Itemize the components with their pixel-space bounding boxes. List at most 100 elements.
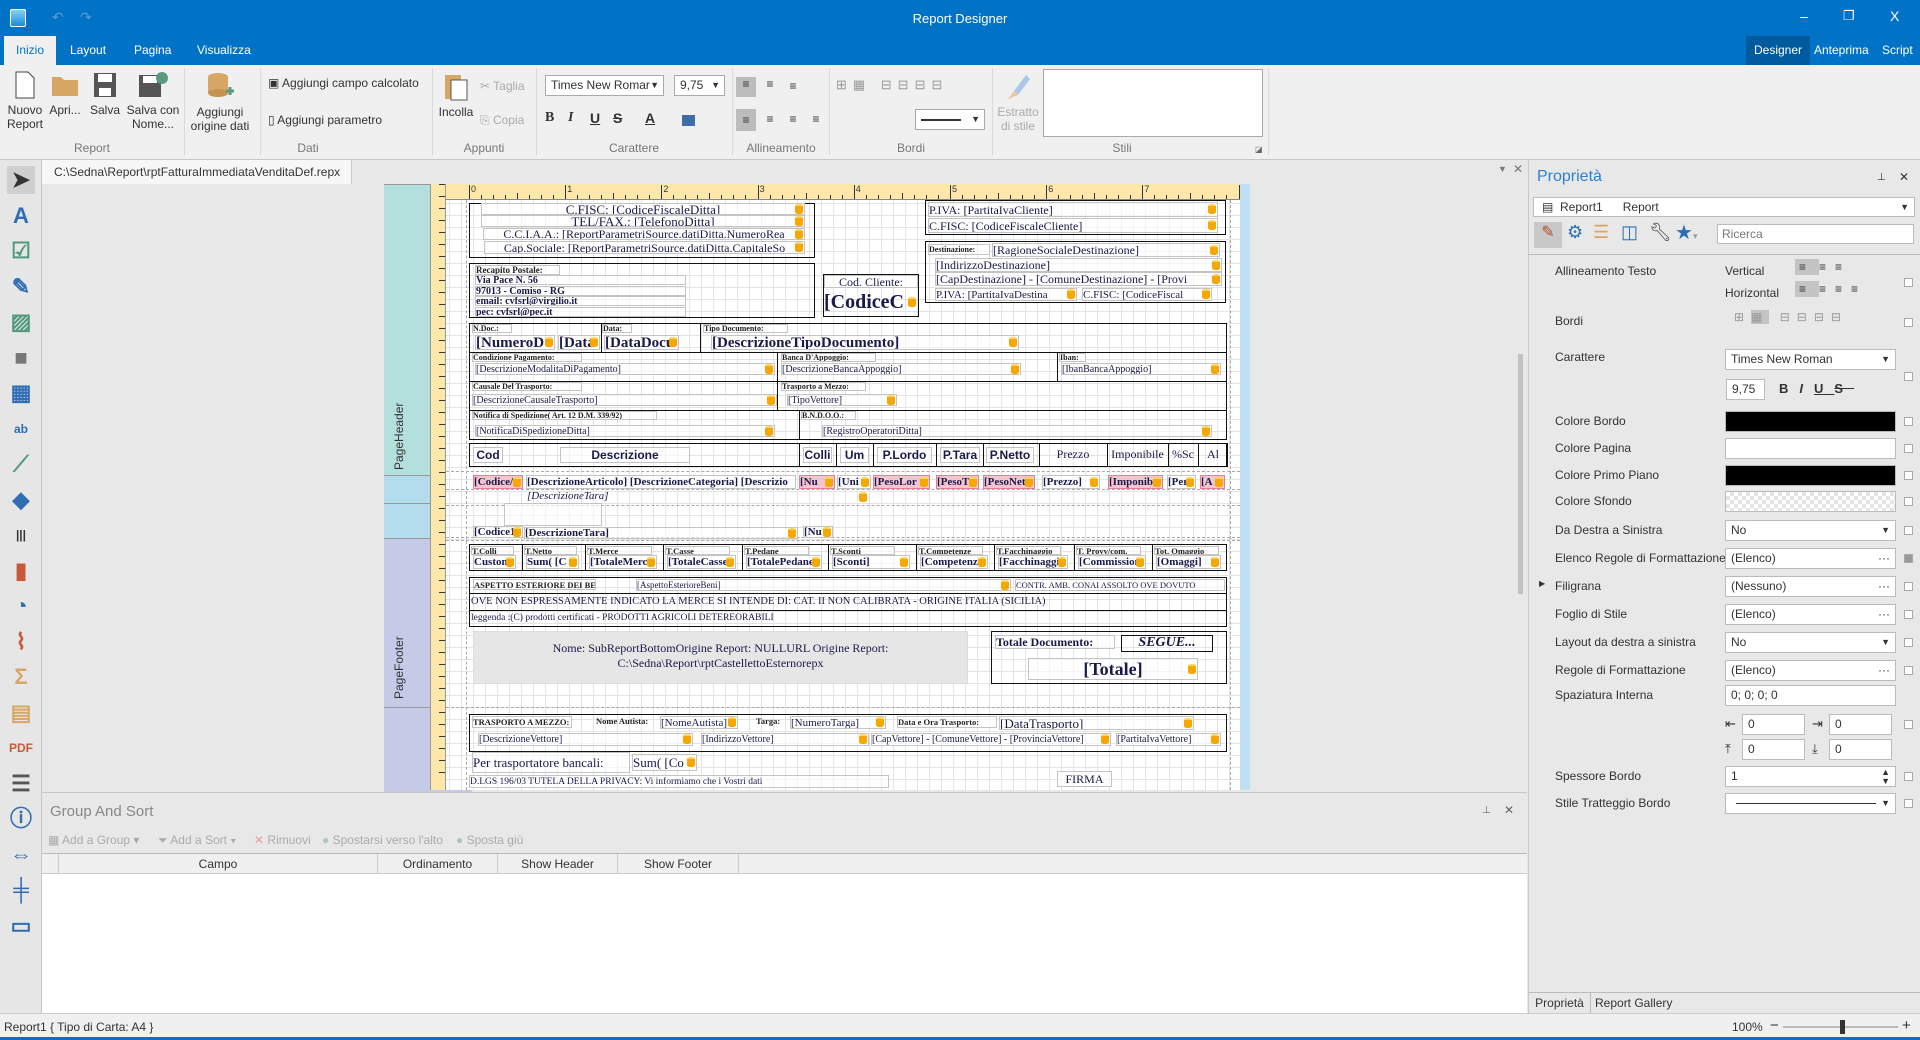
report-field[interactable]: Per trasportatore bancali:: [472, 752, 630, 773]
add-datasource-button[interactable]: Aggiungi origine dati: [188, 71, 252, 133]
report-field[interactable]: B.N.D.O.O.:: [801, 411, 856, 420]
shape-tool-icon[interactable]: ◆: [7, 486, 35, 514]
report-field[interactable]: [NomeAutista]: [660, 716, 738, 729]
expand-arrow-icon[interactable]: ▶: [1539, 579, 1545, 588]
prop-value[interactable]: [1725, 465, 1896, 486]
prop-reset-checkbox[interactable]: [1904, 666, 1913, 675]
move-down-button[interactable]: ● Sposta giù: [456, 833, 523, 847]
gauge-tool-icon[interactable]: ◔: [7, 592, 35, 620]
report-field[interactable]: C.FISC: [CodiceFiscal: [1082, 288, 1212, 301]
report-field[interactable]: [CodiceC: [824, 290, 918, 315]
report-field[interactable]: [DescrizioneModalitaDiPagamento]: [475, 363, 775, 375]
column-header[interactable]: Um: [840, 447, 869, 463]
column-header[interactable]: P.Tara: [940, 447, 980, 463]
report-field[interactable]: pec: cvfsrl@pec.it: [475, 306, 686, 317]
summary-tool-icon[interactable]: Σ: [7, 663, 35, 691]
prop-value[interactable]: 1 ▲ ▼: [1725, 766, 1896, 787]
favorites-tab-icon[interactable]: ★▾: [1675, 220, 1697, 245]
save-as-button[interactable]: Salva con Nome...: [126, 71, 180, 131]
report-field[interactable]: C.FISC: [CodiceFiscaleCliente]: [928, 218, 1218, 233]
prop-font-style-buttons[interactable]: BIUS: [1779, 381, 1854, 396]
valign-buttons[interactable]: ≡ ≡≡: [1795, 259, 1851, 275]
align-bottom-icon[interactable]: ≡: [785, 79, 801, 93]
prop-value[interactable]: (Elenco) ···: [1725, 548, 1896, 569]
total-label[interactable]: T. Provv/com.: [1076, 546, 1141, 555]
pointer-tool-icon[interactable]: ➤: [7, 166, 35, 194]
back-color-icon[interactable]: [682, 115, 695, 126]
paste-button[interactable]: Incolla: [436, 71, 476, 119]
line-tool-icon[interactable]: ⟋: [7, 450, 35, 478]
behavior-tab-icon[interactable]: ⚙: [1567, 222, 1583, 243]
align-justify-icon[interactable]: ≡: [808, 112, 824, 126]
tab-overflow-icon[interactable]: ▼: [1498, 164, 1507, 174]
column-header[interactable]: P.Lordo: [877, 447, 932, 463]
prop-padding-value[interactable]: 0; 0; 0; 0: [1725, 685, 1896, 706]
prop-reset-checkbox[interactable]: [1904, 610, 1913, 619]
prop-reset-checkbox[interactable]: [1904, 554, 1913, 563]
report-field[interactable]: Notifica di Spedizione( Art. 12 D.M. 339…: [472, 411, 657, 420]
border-buttons-icon[interactable]: ⊞▦ ⊟⊟⊟⊟: [836, 77, 948, 93]
report-field[interactable]: [Totale]: [1028, 658, 1198, 680]
prop-value[interactable]: [1725, 438, 1896, 459]
subreport-tool-icon[interactable]: ▤: [7, 699, 35, 727]
save-button[interactable]: Salva: [88, 71, 122, 117]
report-field[interactable]: [IbanBancaAppoggio]: [1061, 363, 1221, 375]
report-field[interactable]: [IndirizzoVettore]: [701, 733, 869, 746]
page-break-tool-icon[interactable]: ⇔: [7, 841, 35, 869]
report-field[interactable]: [DataDocu: [604, 335, 679, 350]
prop-reset-checkbox[interactable]: [1904, 444, 1913, 453]
column-header[interactable]: Cod: [473, 447, 503, 463]
strikethrough-button[interactable]: S: [613, 111, 622, 125]
align-right-icon[interactable]: ≡: [785, 112, 801, 126]
total-label[interactable]: T.Competenze: [918, 546, 983, 555]
tab-layout[interactable]: Layout: [62, 36, 114, 65]
report-field[interactable]: [RegistroOperatoriDitta]: [822, 425, 1212, 437]
prop-value[interactable]: No ▼: [1725, 520, 1896, 541]
add-sort-button[interactable]: ⏷ Add a Sort ▾: [158, 833, 236, 848]
zoom-in-button[interactable]: +: [1902, 1017, 1911, 1034]
prop-value[interactable]: (Elenco) ···: [1725, 660, 1896, 681]
report-field[interactable]: [TipoVettore]: [787, 394, 897, 406]
total-label[interactable]: T.Colli: [471, 546, 514, 555]
checkbox-tool-icon[interactable]: ☑: [7, 237, 35, 265]
column-header-show-footer[interactable]: Show Footer: [618, 854, 739, 874]
column-header[interactable]: Colli: [803, 447, 832, 463]
report-field[interactable]: Banca D'Appoggio:: [781, 353, 876, 362]
close-panel-icon[interactable]: ✕: [1504, 803, 1514, 817]
report-field[interactable]: [DescrizioneCausaleTrasporto]: [472, 394, 777, 406]
open-button[interactable]: Apri...: [48, 71, 82, 117]
border-side-buttons[interactable]: ⊞▦ ⊟⊟⊟⊟: [1734, 310, 1848, 324]
detail-field[interactable]: [DescrizioneArticolo] [DescrizioneCatego…: [526, 475, 796, 489]
undo-icon[interactable]: ↶: [52, 9, 64, 26]
fore-color-button[interactable]: A: [645, 111, 655, 125]
report-field[interactable]: [NumeroTarga]: [790, 716, 886, 729]
column-header[interactable]: P.Netto: [986, 447, 1034, 463]
report-field[interactable]: [IndirizzoDestinazione]: [935, 258, 1222, 272]
report-field[interactable]: Cap.Sociale: [ReportParametriSource.dati…: [484, 241, 805, 254]
report-field[interactable]: [DataTrasporto]: [999, 716, 1194, 730]
barcode-tool-icon[interactable]: |||: [7, 521, 35, 549]
column-header-show-header[interactable]: Show Header: [498, 854, 618, 874]
layout-tab-icon[interactable]: ◫: [1621, 222, 1638, 243]
prop-reset-checkbox[interactable]: [1904, 497, 1913, 506]
report-field[interactable]: leggenda :(C) prodotti certificati - PRO…: [471, 613, 1171, 625]
report-field[interactable]: [AspettoEsterioreBeni]: [636, 579, 1011, 591]
prop-value[interactable]: No ▼: [1725, 632, 1896, 653]
report-field[interactable]: ASPETTO ESTERIORE DEI BENI:: [473, 579, 596, 590]
total-label[interactable]: T.Casse: [665, 546, 730, 555]
wrench-tab-icon[interactable]: 🔧︎: [1649, 222, 1672, 243]
report-field[interactable]: Nome Autista:: [596, 716, 654, 728]
cross-band-box-tool-icon[interactable]: ▭: [7, 912, 35, 940]
align-center-icon[interactable]: ≡: [762, 112, 778, 126]
sparkline-tool-icon[interactable]: ⌇: [7, 628, 35, 656]
styles-dialog-launcher-icon[interactable]: ◪: [1255, 145, 1263, 154]
column-header[interactable]: Al: [1200, 447, 1226, 463]
prop-reset-checkbox[interactable]: [1904, 526, 1913, 535]
styles-gallery[interactable]: [1043, 69, 1263, 137]
report-field[interactable]: [NumeroD: [475, 335, 555, 350]
report-field[interactable]: Data e Ora Trasporto:: [897, 716, 997, 728]
total-label[interactable]: T.Facchinaggio: [996, 546, 1061, 555]
report-field[interactable]: [DescrizioneBancaAppoggio]: [781, 363, 1021, 375]
remove-button[interactable]: ✕ Rimuovi: [254, 833, 311, 847]
column-header[interactable]: Imponibile: [1110, 447, 1165, 463]
